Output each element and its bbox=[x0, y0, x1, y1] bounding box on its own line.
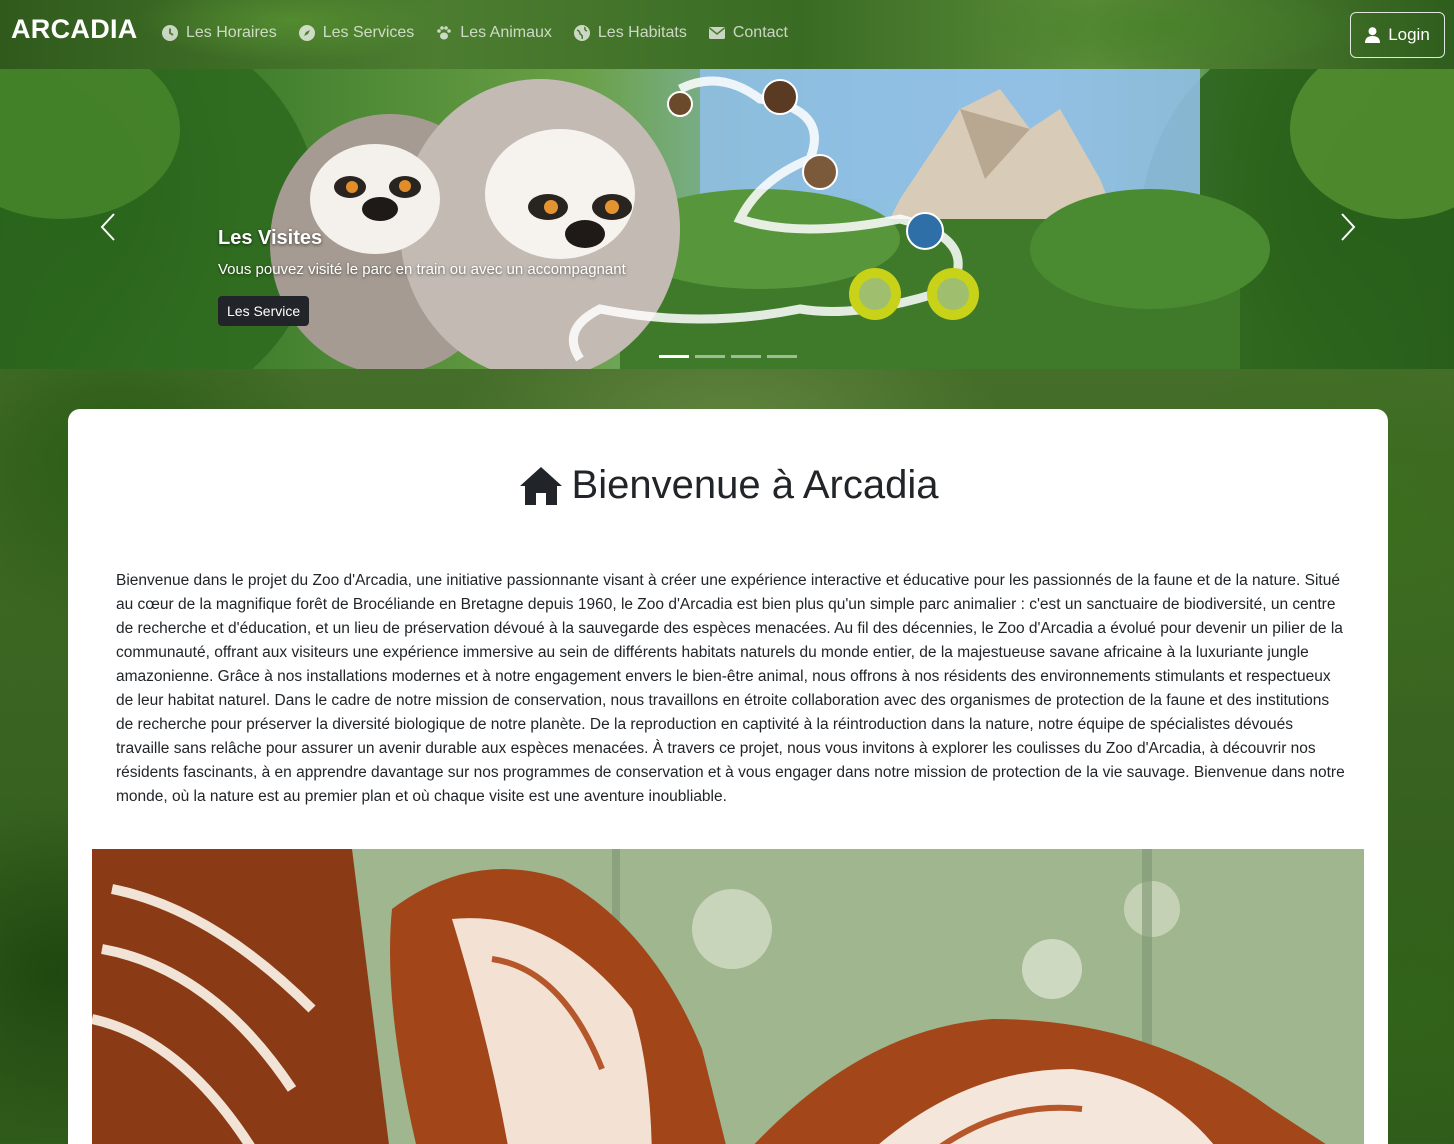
nav-link-horaires[interactable]: Les Horaires bbox=[162, 24, 277, 42]
brand-logo[interactable]: ARCADIA bbox=[11, 14, 138, 45]
welcome-card: Bienvenue à Arcadia Bienvenue dans le pr… bbox=[68, 409, 1388, 1144]
nav-links: Les Horaires Les Services Les Animaux Le… bbox=[162, 24, 810, 42]
nav-link-contact[interactable]: Contact bbox=[708, 24, 788, 42]
nav-link-label: Contact bbox=[732, 24, 788, 41]
nav-link-label: Les Animaux bbox=[460, 24, 552, 41]
slide-title: Les Visites bbox=[218, 227, 323, 249]
navbar: ARCADIA Les Horaires Les Services Les An… bbox=[0, 0, 1454, 69]
user-icon bbox=[1365, 27, 1381, 43]
chevron-left-icon bbox=[100, 213, 115, 241]
clock-icon bbox=[162, 25, 178, 41]
nav-link-habitats[interactable]: Les Habitats bbox=[573, 24, 687, 42]
home-icon bbox=[519, 466, 562, 505]
okapi-image bbox=[92, 849, 1364, 1144]
nav-link-animaux[interactable]: Les Animaux bbox=[436, 24, 552, 42]
slide-text: Vous pouvez visité le parc en train ou a… bbox=[218, 261, 626, 278]
login-label: Login bbox=[1388, 25, 1430, 44]
hero-carousel: Les Visites Vous pouvez visité le parc e… bbox=[0, 69, 1454, 369]
page-title: Bienvenue à Arcadia bbox=[68, 463, 1388, 508]
carousel-next-button[interactable] bbox=[1338, 212, 1358, 242]
login-button[interactable]: Login bbox=[1350, 12, 1445, 58]
paw-icon bbox=[437, 26, 452, 40]
page-title-text: Bienvenue à Arcadia bbox=[571, 463, 939, 507]
compass-icon bbox=[298, 25, 315, 41]
carousel-prev-button[interactable] bbox=[98, 212, 118, 242]
carousel-indicator-1[interactable] bbox=[659, 355, 689, 358]
carousel-caption: Les Visites Vous pouvez visité le parc e… bbox=[218, 227, 626, 326]
chevron-right-icon bbox=[1341, 213, 1356, 241]
carousel-indicator-3[interactable] bbox=[731, 355, 761, 358]
nav-link-label: Les Habitats bbox=[597, 24, 687, 41]
globe-icon bbox=[573, 25, 590, 41]
slide-button[interactable]: Les Service bbox=[218, 296, 310, 326]
carousel-indicator-2[interactable] bbox=[695, 355, 725, 358]
nav-link-services[interactable]: Les Services bbox=[298, 24, 415, 42]
intro-paragraph: Bienvenue dans le projet du Zoo d'Arcadi… bbox=[116, 572, 1345, 805]
nav-link-label: Les Horaires bbox=[186, 24, 277, 41]
nav-link-label: Les Services bbox=[322, 24, 415, 41]
carousel-indicator-4[interactable] bbox=[767, 355, 797, 358]
envelope-icon bbox=[708, 27, 725, 39]
carousel-indicators bbox=[659, 355, 797, 358]
